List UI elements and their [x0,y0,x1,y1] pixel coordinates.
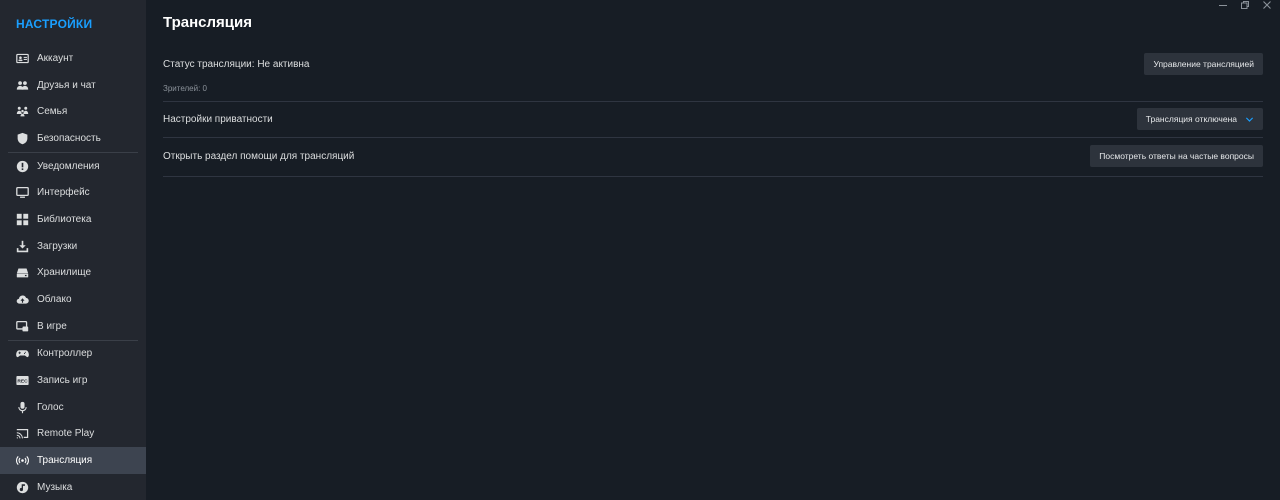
sidebar-item-downloads[interactable]: Загрузки [0,233,146,260]
broadcast-icon [16,454,29,467]
sidebar-item-label: Загрузки [37,240,78,252]
svg-text:REC: REC [17,379,28,385]
sidebar-item-label: Библиотека [37,213,92,225]
sidebar-item-label: Трансляция [37,455,93,467]
manage-broadcast-button[interactable]: Управление трансляцией [1144,53,1263,75]
storage-icon [16,266,29,279]
settings-sidebar: НАСТРОЙКИ Аккаунт Друзья и чат Семья Без… [0,0,146,500]
faq-button[interactable]: Посмотреть ответы на частые вопросы [1090,145,1263,167]
viewers-count: Зрителей: 0 [163,84,207,93]
broadcast-help-row: Открыть раздел помощи для трансляций Пос… [163,138,1263,177]
sidebar-item-label: Хранилище [37,267,91,279]
sidebar-item-in-game[interactable]: В игре [0,313,146,340]
window-controls [1218,0,1272,10]
broadcast-help-label: Открыть раздел помощи для трансляций [163,151,355,162]
friends-icon [16,79,29,92]
sidebar-item-label: Интерфейс [37,187,90,199]
sidebar-item-label: В игре [37,320,67,332]
close-icon[interactable] [1262,0,1272,10]
sidebar-item-notifications[interactable]: Уведомления [0,153,146,180]
sidebar-item-label: Контроллер [37,348,93,360]
sidebar-item-family[interactable]: Семья [0,98,146,125]
sidebar-item-label: Голос [37,401,64,413]
sidebar-item-label: Безопасность [37,132,101,144]
cloud-icon [16,293,29,306]
sidebar-item-label: Музыка [37,481,73,493]
in-game-icon [16,320,29,333]
sidebar-item-security[interactable]: Безопасность [0,125,146,152]
privacy-settings-label: Настройки приватности [163,114,273,125]
controller-icon [16,347,29,360]
minimize-icon[interactable] [1218,0,1228,10]
privacy-settings-row: Настройки приватности Трансляция отключе… [163,102,1263,138]
sidebar-item-music[interactable]: Музыка [0,474,146,500]
cast-icon [16,427,29,440]
restore-icon[interactable] [1240,0,1250,10]
chevron-down-icon [1245,115,1254,124]
settings-window: НАСТРОЙКИ Аккаунт Друзья и чат Семья Без… [0,0,1280,500]
sidebar-item-controller[interactable]: Контроллер [0,341,146,368]
privacy-dropdown-value: Трансляция отключена [1145,114,1237,124]
monitor-icon [16,186,29,199]
sidebar-nav: Аккаунт Друзья и чат Семья Безопасность [0,45,146,500]
sidebar-item-interface[interactable]: Интерфейс [0,179,146,206]
sidebar-item-storage[interactable]: Хранилище [0,260,146,287]
settings-content: Трансляция Статус трансляции: Не активна… [146,0,1280,500]
sidebar-item-broadcast[interactable]: Трансляция [0,447,146,474]
sidebar-item-label: Друзья и чат [37,79,96,91]
sidebar-item-account[interactable]: Аккаунт [0,45,146,72]
sidebar-item-game-recording[interactable]: REC Запись игр [0,367,146,394]
sidebar-item-label: Аккаунт [37,52,74,64]
broadcast-status-row: Статус трансляции: Не активна Зрителей: … [163,52,1263,102]
account-card-icon [16,52,29,65]
rec-icon: REC [16,374,29,387]
sidebar-item-label: Уведомления [37,160,100,172]
notification-icon [16,160,29,173]
download-icon [16,240,29,253]
music-icon [16,481,29,494]
sidebar-title: НАСТРОЙКИ [16,17,93,31]
sidebar-item-remote-play[interactable]: Remote Play [0,421,146,448]
shield-icon [16,132,29,145]
sidebar-item-label: Remote Play [37,428,95,440]
sidebar-item-cloud[interactable]: Облако [0,286,146,313]
sidebar-item-label: Семья [37,106,68,118]
family-icon [16,105,29,118]
grid-icon [16,213,29,226]
broadcast-status-label: Статус трансляции: Не активна [163,59,310,70]
page-title: Трансляция [163,14,252,31]
sidebar-item-label: Запись игр [37,375,88,387]
sidebar-item-library[interactable]: Библиотека [0,206,146,233]
microphone-icon [16,401,29,414]
sidebar-item-label: Облако [37,294,72,306]
sidebar-item-friends[interactable]: Друзья и чат [0,72,146,99]
sidebar-item-voice[interactable]: Голос [0,394,146,421]
privacy-dropdown[interactable]: Трансляция отключена [1136,108,1263,130]
